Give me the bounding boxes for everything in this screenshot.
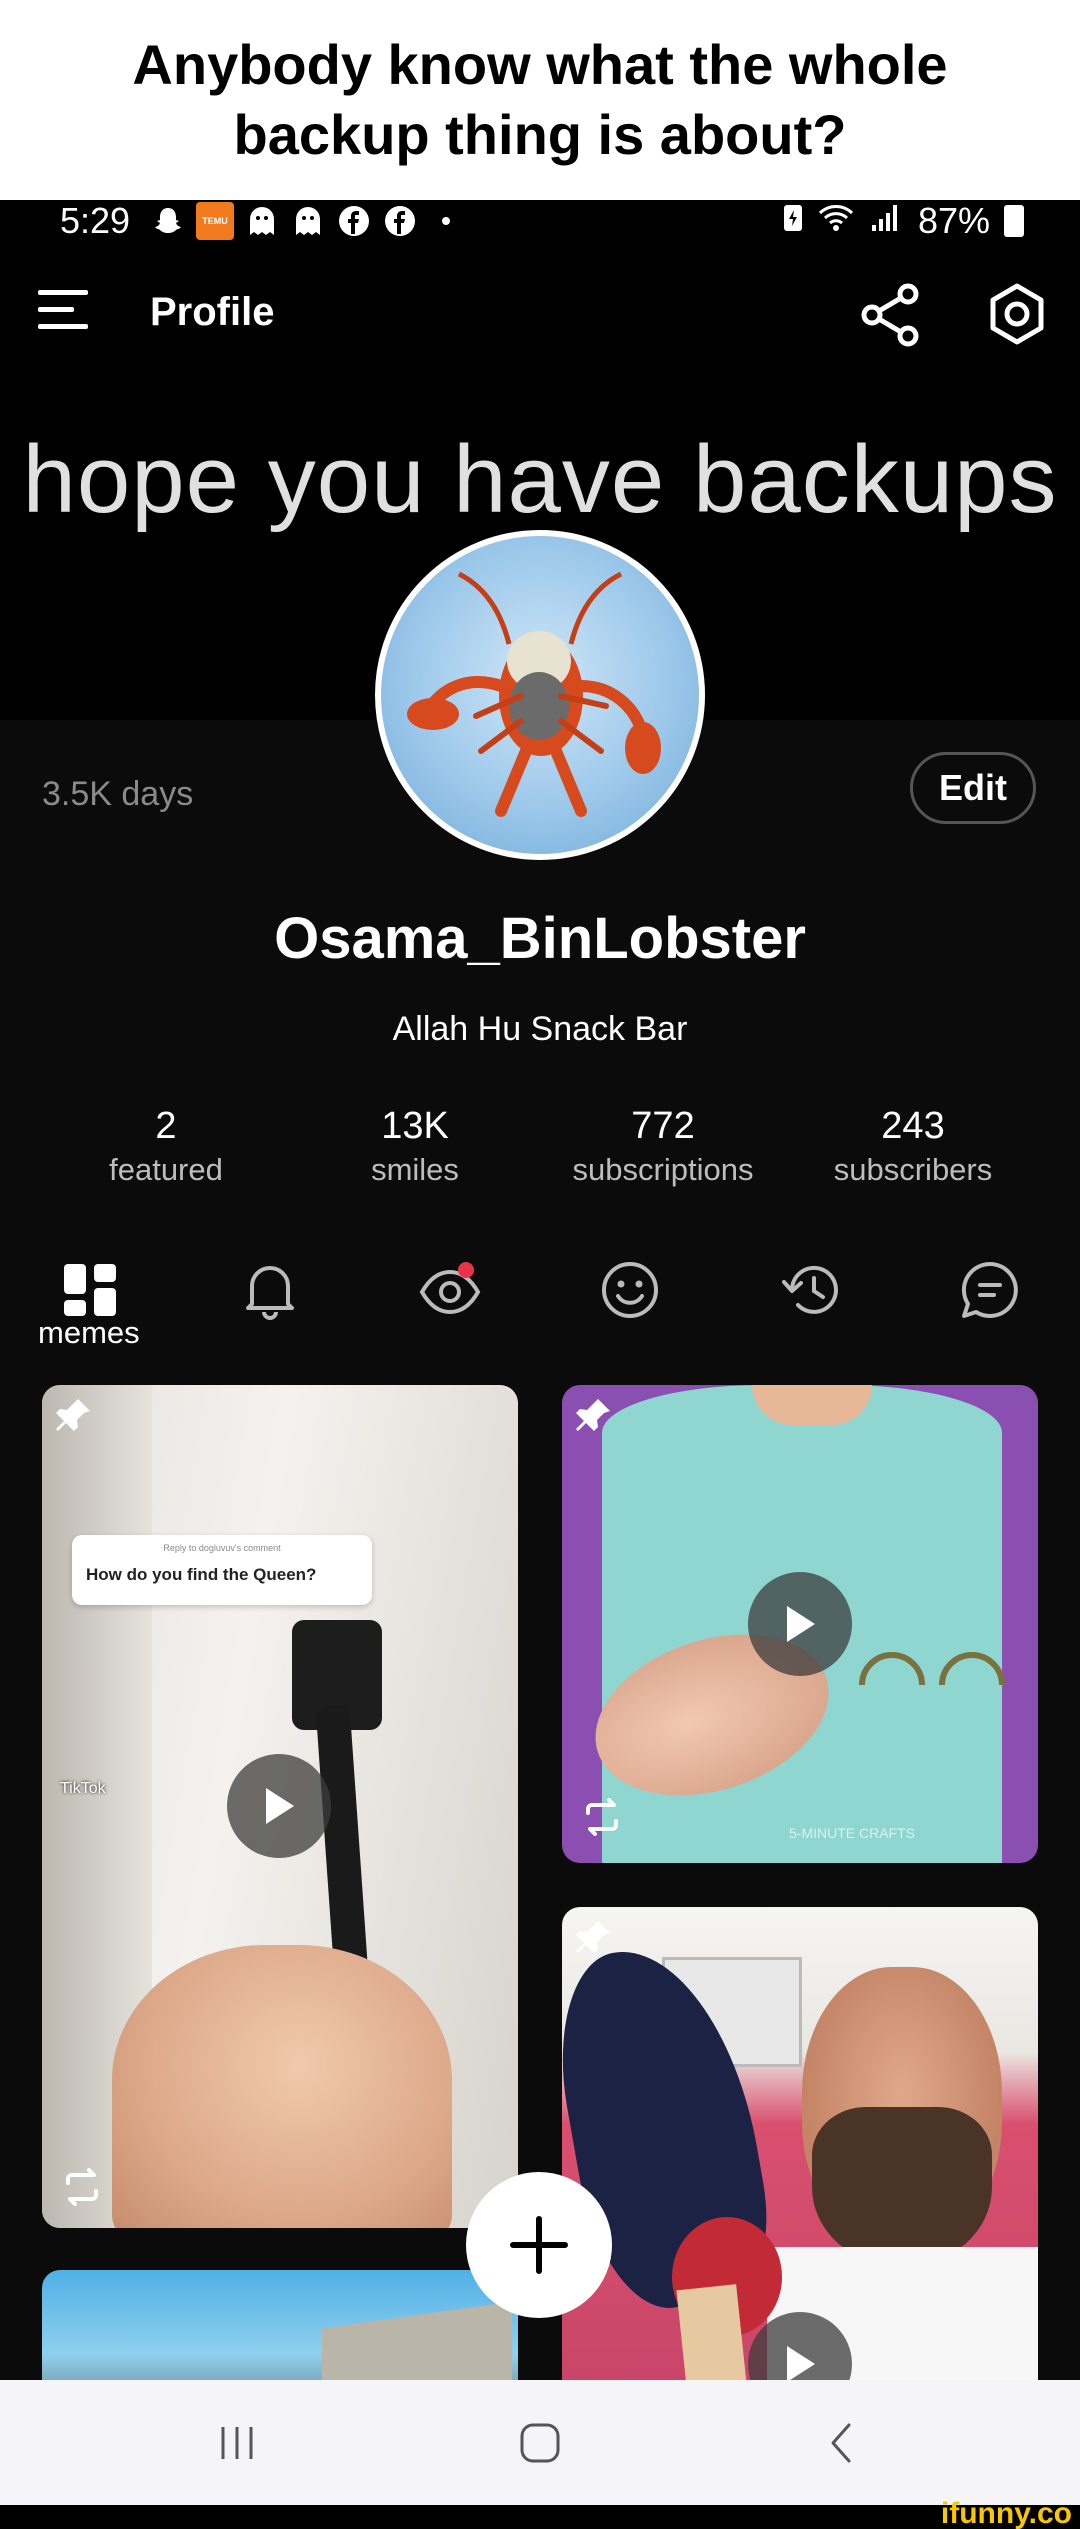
status-time: 5:29 xyxy=(60,200,131,241)
stat-subscribers[interactable]: 243 subscribers xyxy=(793,1105,1033,1188)
account-age: 3.5K days xyxy=(42,775,194,813)
reply-caption: Reply to dogluvuv's comment xyxy=(163,1543,281,1553)
ghost-icon xyxy=(290,203,326,239)
recents-button[interactable] xyxy=(202,2408,272,2478)
phone-screen: 5:29 TEMU 87% Profile hope you have back… xyxy=(0,200,1080,2380)
wooden-stick xyxy=(676,2284,748,2380)
battery-icon xyxy=(1004,205,1024,237)
ifunny-watermark: ifunny.co xyxy=(940,2497,1072,2529)
battery-percent: 87% xyxy=(917,200,990,241)
meme-card[interactable] xyxy=(562,1907,1038,2380)
smile-icon xyxy=(602,1262,658,1318)
signal-icon xyxy=(868,200,904,242)
share-icon[interactable] xyxy=(860,282,922,348)
meme-card[interactable]: Reply to dogluvuv's comment How do you f… xyxy=(42,1385,518,2228)
temu-icon: TEMU xyxy=(196,202,234,240)
meme-card[interactable] xyxy=(42,2270,518,2380)
reply-text: How do you find the Queen? xyxy=(86,1565,317,1584)
stat-smiles[interactable]: 13K smiles xyxy=(295,1105,535,1188)
wifi-icon xyxy=(818,200,854,242)
stat-value: 243 xyxy=(881,1105,945,1147)
repost-icon[interactable] xyxy=(580,1795,624,1839)
edit-profile-button[interactable]: Edit xyxy=(910,752,1036,824)
tab-comments[interactable] xyxy=(945,1245,1035,1335)
stat-label: featured xyxy=(109,1152,223,1187)
tiktok-reply-bubble: Reply to dogluvuv's comment How do you f… xyxy=(72,1535,372,1605)
memes-grid-icon xyxy=(64,1264,116,1316)
bio: Allah Hu Snack Bar xyxy=(392,1010,688,1048)
beard xyxy=(812,2107,992,2267)
menu-icon[interactable] xyxy=(38,290,88,334)
username: Osama_BinLobster xyxy=(274,906,806,971)
profile-tabs xyxy=(0,1245,1080,1365)
tab-history[interactable] xyxy=(765,1245,855,1335)
watermark-strip xyxy=(0,2505,1080,2529)
pin-icon xyxy=(574,1395,614,1435)
stat-value: 13K xyxy=(381,1105,449,1147)
comment-icon xyxy=(961,1261,1018,1318)
purse-clasps xyxy=(859,1652,1005,1686)
hand xyxy=(112,1945,452,2228)
dot-icon xyxy=(428,203,464,239)
pin-icon xyxy=(574,1917,614,1957)
meme-card[interactable]: 5-MINUTE CRAFTS xyxy=(562,1385,1038,1863)
stat-label: subscribers xyxy=(833,1152,993,1187)
ghost-icon xyxy=(244,203,280,239)
play-button[interactable] xyxy=(748,1572,852,1676)
profile-stats: 2 featured 13K smiles 772 subscriptions … xyxy=(0,1105,1080,1205)
snapchat-icon xyxy=(150,203,186,239)
building xyxy=(322,2301,512,2380)
stat-value: 2 xyxy=(155,1105,177,1147)
history-icon xyxy=(782,1265,838,1314)
stat-subscriptions[interactable]: 772 subscriptions xyxy=(543,1105,783,1188)
home-icon xyxy=(520,2423,560,2463)
notification-icons: TEMU xyxy=(150,202,464,240)
stat-value: 772 xyxy=(631,1105,695,1147)
facebook-icon xyxy=(382,203,418,239)
avatar[interactable] xyxy=(375,530,705,860)
page-title: Profile xyxy=(150,290,275,334)
bell-icon xyxy=(246,1266,294,1320)
back-button[interactable] xyxy=(808,2408,878,2478)
status-bar: 5:29 TEMU 87% xyxy=(0,200,1080,244)
facebook-icon xyxy=(336,203,372,239)
eye-icon xyxy=(419,1262,481,1315)
active-tab-label: memes xyxy=(38,1315,140,1350)
system-icons: 87% xyxy=(782,200,1024,242)
play-button[interactable] xyxy=(227,1754,331,1858)
stat-label: smiles xyxy=(371,1152,459,1187)
pin-icon xyxy=(54,1395,94,1435)
tab-notifications[interactable] xyxy=(225,1245,315,1335)
home-button[interactable] xyxy=(505,2408,575,2478)
battery-saver-icon xyxy=(782,200,804,242)
app-topbar: Profile xyxy=(0,260,1080,370)
caption-text: Anybody know what the whole backup thing… xyxy=(132,33,948,166)
tab-smiles[interactable] xyxy=(585,1245,675,1335)
add-meme-button[interactable] xyxy=(466,2172,612,2318)
meme-caption: Anybody know what the whole backup thing… xyxy=(0,0,1080,200)
recents-icon xyxy=(221,2427,253,2459)
tab-viewed[interactable] xyxy=(405,1245,495,1335)
video-watermark: 5-MINUTE CRAFTS xyxy=(789,1825,915,1841)
system-nav-bar xyxy=(0,2380,1080,2505)
cover-text: hope you have backups xyxy=(22,426,1058,533)
back-icon xyxy=(831,2423,851,2463)
stat-featured[interactable]: 2 featured xyxy=(46,1105,286,1188)
settings-icon[interactable] xyxy=(985,282,1049,346)
plus-icon xyxy=(510,2216,568,2274)
tiktok-label: TikTok xyxy=(60,1780,106,1797)
repost-icon[interactable] xyxy=(60,2165,104,2209)
stat-label: subscriptions xyxy=(572,1152,754,1187)
